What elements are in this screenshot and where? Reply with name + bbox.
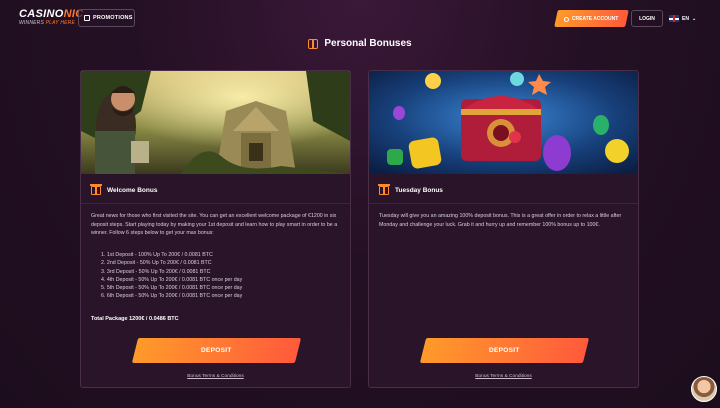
divider (81, 203, 350, 204)
deposit-button[interactable]: DEPOSIT (131, 338, 302, 363)
tuesday-bonus-title: Tuesday Bonus (395, 187, 443, 194)
deposit-button[interactable]: DEPOSIT (419, 338, 590, 363)
bonus-terms-link[interactable]: Bonus Terms & Conditions (369, 374, 638, 379)
tuesday-bonus-header: Tuesday Bonus (378, 184, 443, 195)
logo-main-left: CASINO (19, 8, 64, 20)
user-plus-icon (564, 16, 570, 21)
list-item: 3. 3rd Deposit - 50% Up To 200€ / 0.0081… (101, 268, 211, 275)
login-label: LOGIN (639, 15, 655, 22)
logo[interactable]: CASINONIC WINNERS PLAY HERE (19, 9, 83, 26)
jungle-temple-illustration (81, 71, 350, 174)
logo-sub-right: PLAY HERE (45, 20, 76, 26)
welcome-bonus-title: Welcome Bonus (107, 187, 158, 194)
list-item: 5. 5th Deposit - 50% Up To 200€ / 0.0081… (101, 285, 243, 292)
create-account-button[interactable]: CREATE ACCOUNT (554, 10, 629, 27)
divider (369, 203, 638, 204)
welcome-bonus-total: Total Package 1200€ / 0.0486 BTC (91, 316, 179, 322)
support-chat-avatar[interactable] (691, 376, 717, 402)
create-account-label: CREATE ACCOUNT (572, 15, 619, 22)
bonus-terms-link[interactable]: Bonus Terms & Conditions (81, 374, 350, 379)
promotions-button[interactable]: PROMOTIONS (78, 9, 135, 27)
page-title: Personal Bonuses (0, 38, 720, 49)
welcome-bonus-steps: 1. 1st Deposit - 100% Up To 200€ / 0.008… (101, 251, 242, 301)
page-title-text: Personal Bonuses (324, 38, 412, 49)
promotions-label: PROMOTIONS (93, 15, 133, 21)
tuesday-bonus-card: Tuesday Bonus Tuesday will give you an a… (368, 70, 639, 388)
list-item: 4. 4th Deposit - 50% Up To 200€ / 0.0081… (101, 276, 243, 283)
deposit-label: DEPOSIT (201, 347, 232, 354)
gift-icon (90, 184, 102, 195)
header: CASINONIC WINNERS PLAY HERE PROMOTIONS C… (0, 0, 720, 36)
language-selector[interactable]: EN ⌄ (669, 13, 696, 24)
tuesday-bonus-description: Tuesday will give you an amazing 100% de… (379, 213, 622, 228)
treasure-chest-illustration (369, 71, 638, 174)
welcome-bonus-description: Great news for those who first visited t… (91, 213, 338, 237)
tuesday-bonus-banner (369, 71, 638, 174)
logo-sub-left: WINNERS (19, 20, 45, 26)
welcome-bonus-header: Welcome Bonus (90, 184, 158, 195)
login-button[interactable]: LOGIN (631, 10, 663, 27)
deposit-label: DEPOSIT (489, 347, 520, 354)
uk-flag-icon (669, 15, 679, 22)
list-item: 2. 2nd Deposit - 50% Up To 200€ / 0.0081… (101, 260, 212, 267)
promotions-icon (84, 15, 90, 21)
list-item: 1. 1st Deposit - 100% Up To 200€ / 0.008… (101, 252, 213, 258)
welcome-bonus-banner (81, 71, 350, 174)
welcome-bonus-card: Welcome Bonus Great news for those who f… (80, 70, 351, 388)
gift-icon (378, 184, 390, 195)
chevron-down-icon: ⌄ (691, 15, 697, 22)
language-label: EN (682, 15, 689, 22)
gift-icon (308, 38, 319, 49)
list-item: 6. 6th Deposit - 50% Up To 200€ / 0.0081… (101, 293, 243, 300)
